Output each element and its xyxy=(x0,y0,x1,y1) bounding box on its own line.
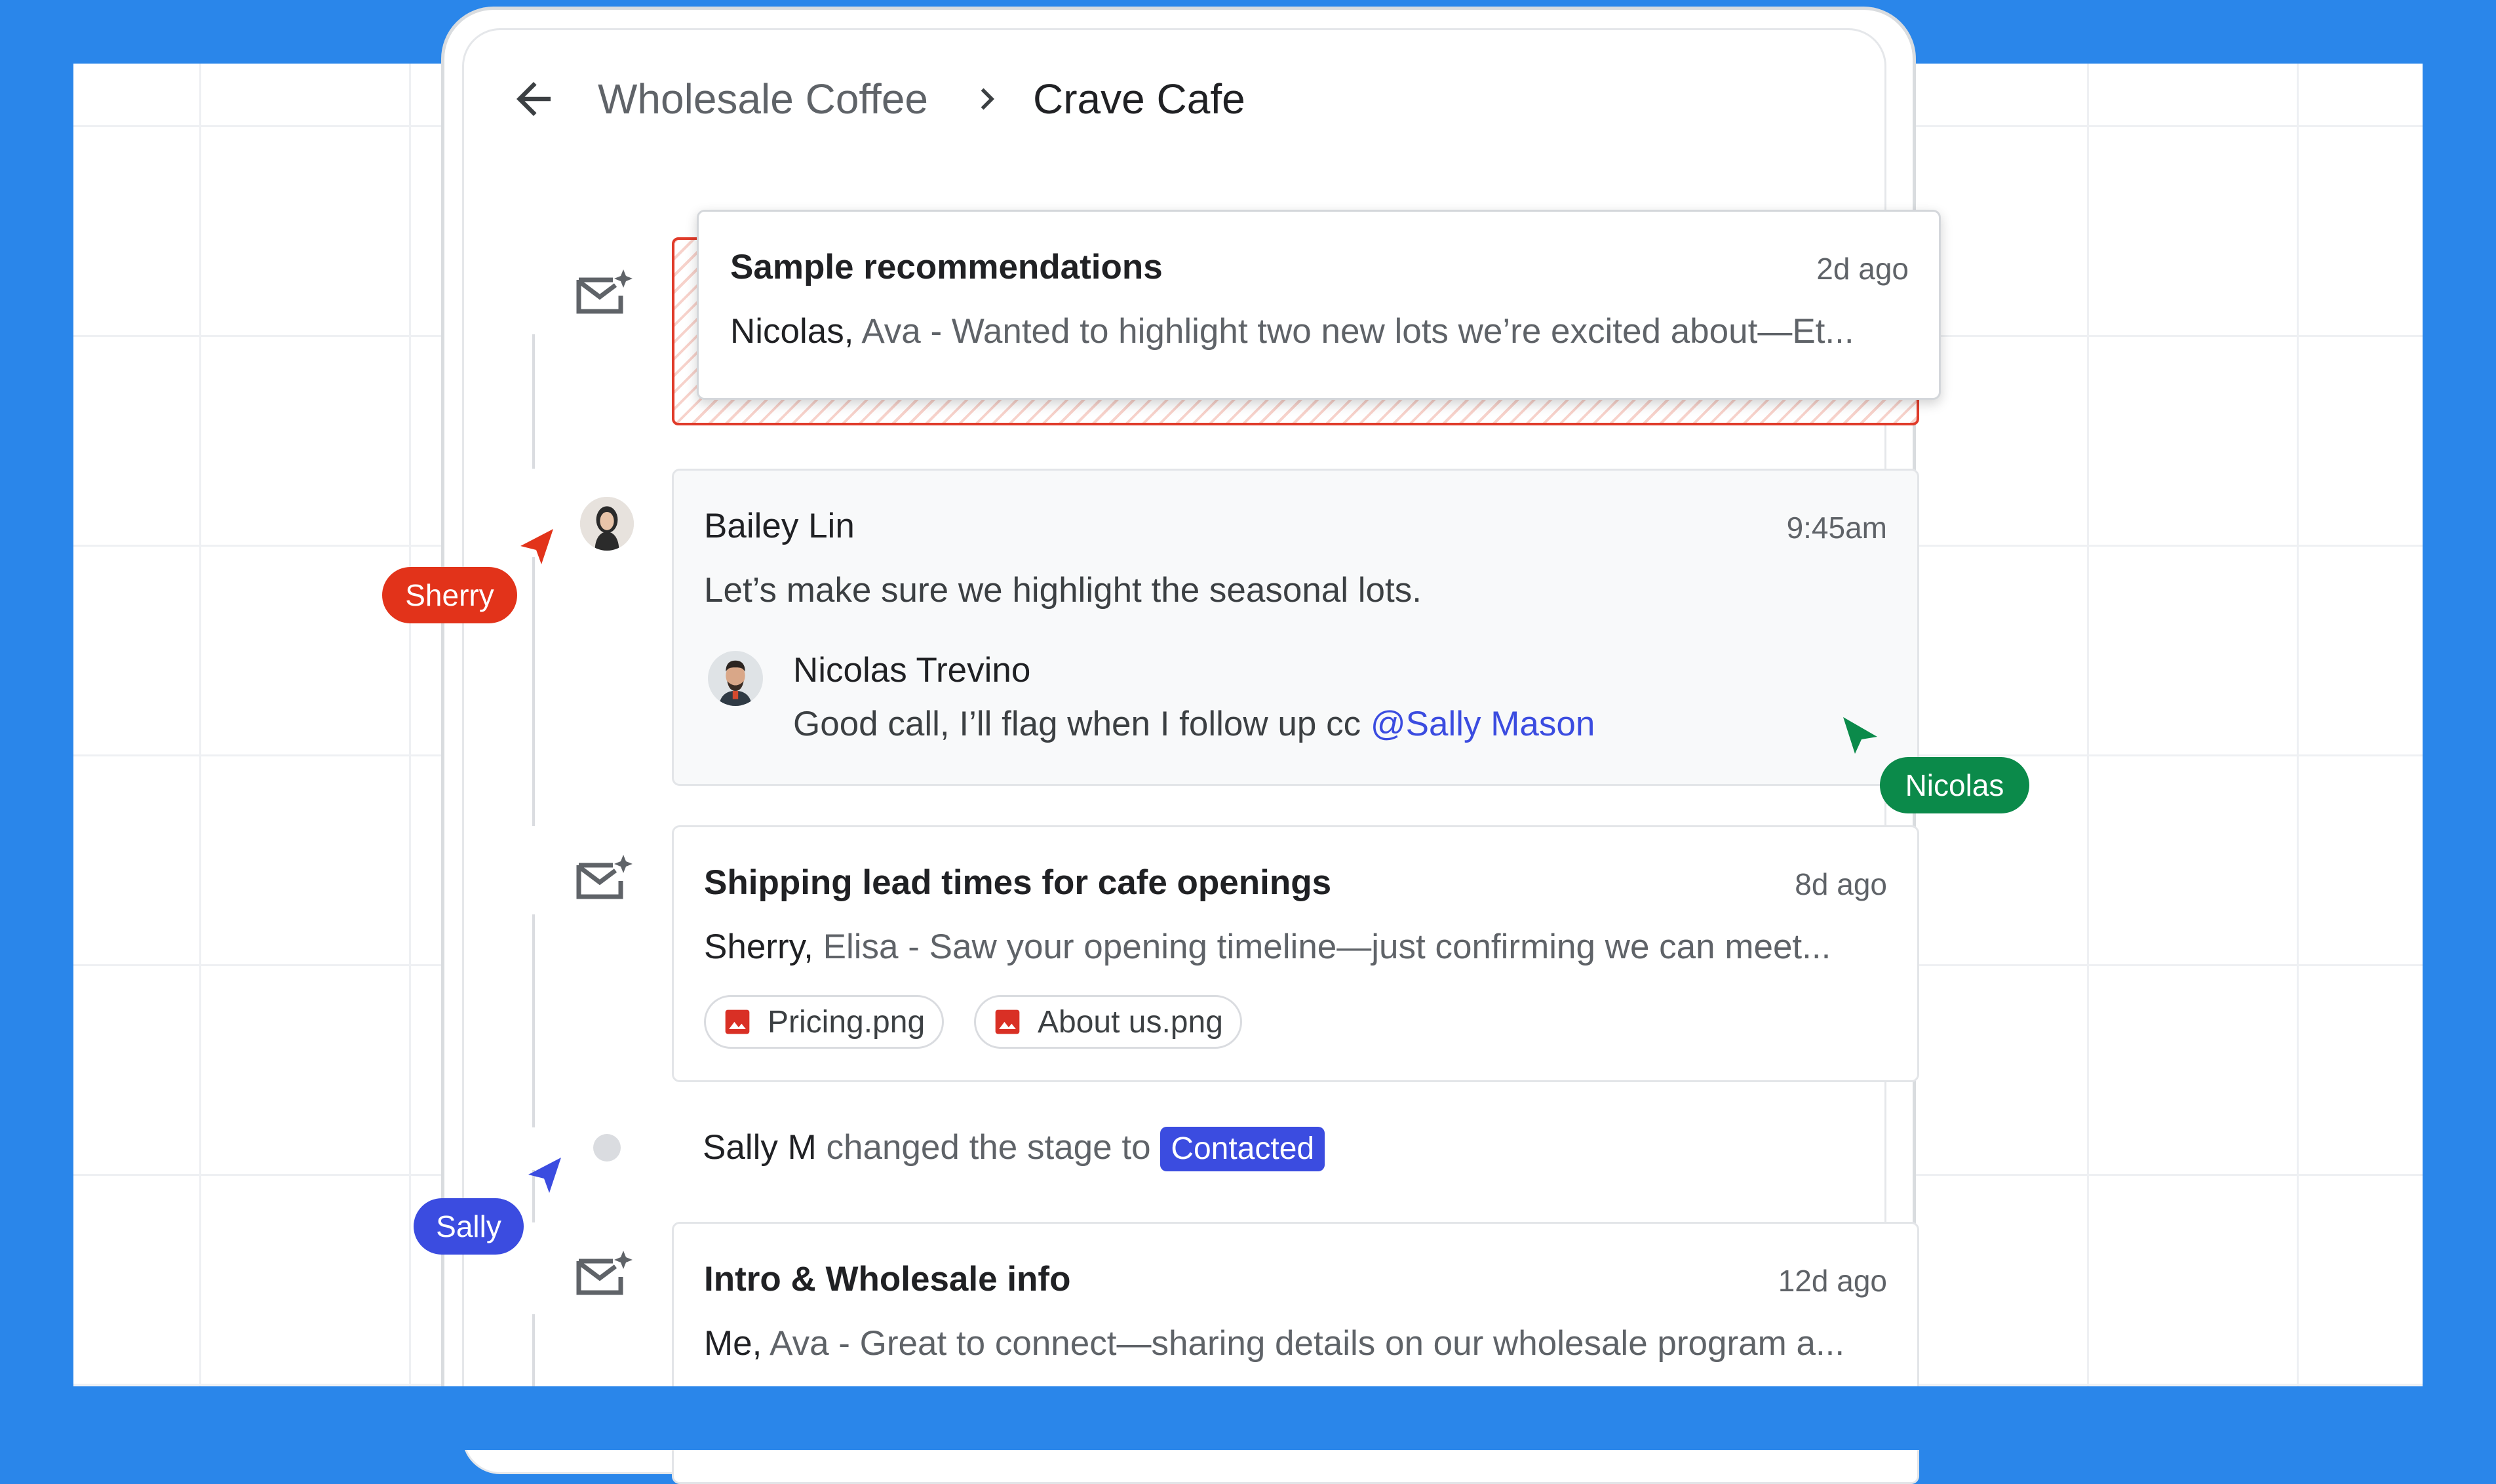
email-card-shipping-lead-times[interactable]: Shipping lead times for cafe openings 8d… xyxy=(672,825,1919,1082)
reply-text: Good call, I’ll flag when I follow up cc xyxy=(793,705,1361,743)
cursor-arrow-icon xyxy=(1843,717,1877,754)
breadcrumb-crave-cafe: Crave Cafe xyxy=(1033,75,1245,123)
email-subject: Shipping lead times for cafe openings xyxy=(704,863,1332,902)
stage-actor: Sally M xyxy=(703,1128,817,1167)
image-file-icon xyxy=(725,1009,750,1034)
sender-primary: Nicolas, xyxy=(730,312,854,351)
email-time: 8d ago xyxy=(1795,867,1887,901)
attachment-chip-pricing[interactable]: Pricing.png xyxy=(704,995,945,1049)
sender-secondary: Ava xyxy=(770,1324,829,1363)
comment-text: Let’s make sure we highlight the seasona… xyxy=(704,571,1422,610)
comment-time: 9:45am xyxy=(1786,511,1887,545)
snippet-text: - Saw your opening timeline—just confirm… xyxy=(908,928,1831,966)
ai-mail-icon xyxy=(576,269,633,314)
attachment-chip-about-us[interactable]: About us.png xyxy=(974,995,1242,1049)
email-subject: Intro & Wholesale info xyxy=(704,1260,1071,1298)
email-card-sample-recommendations[interactable]: Sample recommendations 2d ago Nicolas, A… xyxy=(697,210,1941,400)
sender-primary: Sherry, xyxy=(704,928,813,966)
email-snippet: Nicolas, Ava - Wanted to highlight two n… xyxy=(730,311,1910,351)
timeline-connector xyxy=(532,557,535,826)
avatar-bailey-lin xyxy=(580,497,634,551)
timeline-connector xyxy=(532,334,535,469)
back-arrow-icon[interactable] xyxy=(508,73,559,125)
stage-change-event: Sally M changed the stage to Contacted xyxy=(703,1127,1325,1171)
cursor-arrow-icon xyxy=(520,529,553,564)
stage-badge[interactable]: Contacted xyxy=(1160,1127,1325,1171)
timeline-dot xyxy=(593,1134,621,1162)
sender-secondary: Elisa xyxy=(823,928,899,966)
comment-author: Bailey Lin xyxy=(704,507,855,545)
ai-mail-icon xyxy=(576,855,633,899)
sender-primary: Me, xyxy=(704,1324,762,1363)
breadcrumb-wholesale-coffee[interactable]: Wholesale Coffee xyxy=(598,73,928,125)
cursor-label-nicolas: Nicolas xyxy=(1880,757,2029,813)
snippet-text: - Great to connect—sharing details on ou… xyxy=(838,1324,1845,1363)
cursor-arrow-icon xyxy=(528,1158,561,1193)
frame-bottom-border xyxy=(0,1386,2496,1450)
mention-sally-mason[interactable]: @Sally Mason xyxy=(1371,705,1595,743)
reply-text-line: Good call, I’ll flag when I follow up cc… xyxy=(793,704,1842,744)
avatar-nicolas-trevino xyxy=(708,651,763,706)
email-time: 2d ago xyxy=(1816,252,1909,286)
snippet-text: - Wanted to highlight two new lots we’re… xyxy=(930,312,1854,351)
timeline-connector xyxy=(532,914,535,1127)
sender-secondary: Ava xyxy=(861,312,921,351)
email-time: 12d ago xyxy=(1778,1264,1887,1298)
comment-card[interactable]: Bailey Lin 9:45am Let’s make sure we hig… xyxy=(672,469,1919,786)
stage-change-text: changed the stage to xyxy=(826,1128,1151,1167)
cursor-label-sherry: Sherry xyxy=(382,567,517,623)
ai-mail-icon xyxy=(576,1251,633,1295)
chevron-right-icon xyxy=(981,88,994,110)
attachment-name: About us.png xyxy=(1038,1004,1223,1040)
email-snippet: Sherry, Elisa - Saw your opening timelin… xyxy=(704,927,1890,967)
reply-author: Nicolas Trevino xyxy=(793,651,1031,690)
email-snippet: Me, Ava - Great to connect—sharing detai… xyxy=(704,1323,1890,1363)
image-file-icon xyxy=(995,1009,1020,1034)
attachment-name: Pricing.png xyxy=(768,1004,926,1040)
email-subject: Sample recommendations xyxy=(730,248,1163,286)
cursor-label-sally: Sally xyxy=(414,1198,524,1255)
timeline-connector xyxy=(532,1314,535,1393)
